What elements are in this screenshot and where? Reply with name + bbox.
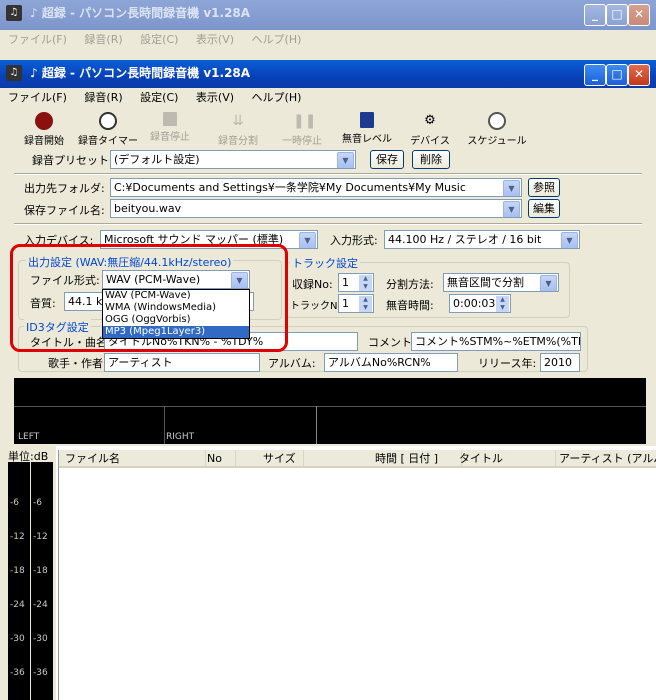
preset-save-button[interactable]: 保存 xyxy=(370,150,404,169)
window-menubar: ファイル(F) 録音(R) 設定(C) 表示(V) ヘルプ(H) xyxy=(0,88,656,108)
artist-input[interactable]: アーティスト xyxy=(104,353,260,372)
minimize-button[interactable]: _ xyxy=(584,64,606,86)
schedule-button[interactable]: スケジュール xyxy=(466,112,528,147)
stop-icon xyxy=(163,112,177,126)
year-input[interactable]: 2010 xyxy=(540,353,580,372)
maximize-button[interactable]: □ xyxy=(606,4,628,26)
record-stop-button[interactable]: 録音停止 xyxy=(144,112,196,143)
app-icon: ♫ xyxy=(6,5,22,21)
highlight-annotation xyxy=(10,244,288,352)
input-format-select[interactable]: 44.100 Hz / ステレオ / 16 bit ▼ xyxy=(384,230,580,249)
silence-level-button[interactable]: 無音レベル xyxy=(338,112,396,145)
silence-time-label: 無音時間: xyxy=(386,299,434,312)
down-icon[interactable]: ▼ xyxy=(496,304,509,312)
window-titlebar: ♫ ♪ 超録 - パソコン長時間録音機 v1.28A _ □ ✕ xyxy=(0,60,656,88)
close-button[interactable]: ✕ xyxy=(628,4,650,26)
file-list-header: ファイル名 No サイズ 時間 [ 日付 ] タイトル アーティスト (アルバム… xyxy=(59,450,656,468)
pause-button[interactable]: ❚❚ 一時停止 xyxy=(276,112,328,147)
window-title: ♪ 超録 - パソコン長時間録音機 v1.28A xyxy=(30,66,251,80)
back-window-menubar: ファイル(F) 録音(R) 設定(C) 表示(V) ヘルプ(H) xyxy=(0,30,656,50)
menu-help[interactable]: ヘルプ(H) xyxy=(252,91,302,104)
meter-divider xyxy=(316,406,317,444)
menu-settings[interactable]: 設定(C) xyxy=(140,91,178,104)
year-label: リリース年: xyxy=(478,357,537,370)
browse-button[interactable]: 参照 xyxy=(528,178,560,197)
comment-label: コメント: xyxy=(368,336,416,349)
down-icon[interactable]: ▼ xyxy=(359,283,372,291)
preset-select[interactable]: (デフォルト設定) ▼ xyxy=(110,150,356,169)
silence-time-spinner[interactable]: 0:00:03 ▲ ▼ xyxy=(449,294,511,313)
device-icon: ⚙ xyxy=(424,113,436,128)
record-split-button[interactable]: ⇊ 録音分割 xyxy=(212,112,264,147)
level-bar-right: -6 -12 -18 -24 -30 -36 xyxy=(31,462,53,700)
menu-file[interactable]: ファイル(F) xyxy=(8,33,67,46)
rec-no-label: 収録No: xyxy=(292,278,333,291)
file-list[interactable]: ファイル名 No サイズ 時間 [ 日付 ] タイトル アーティスト (アルバム… xyxy=(58,450,656,700)
down-icon[interactable]: ▼ xyxy=(359,304,372,312)
chevron-down-icon: ▼ xyxy=(503,201,520,217)
menu-view[interactable]: 表示(V) xyxy=(196,33,234,46)
menu-view[interactable]: 表示(V) xyxy=(196,91,234,104)
column-no[interactable]: No xyxy=(201,450,236,466)
chevron-down-icon: ▼ xyxy=(561,232,578,248)
album-input[interactable]: アルバムNo%RCN% xyxy=(324,353,458,372)
chevron-down-icon: ▼ xyxy=(299,232,316,248)
input-format-label: 入力形式: xyxy=(330,234,378,247)
menu-record[interactable]: 録音(R) xyxy=(84,33,122,46)
right-channel-label: RIGHT xyxy=(166,432,195,442)
level-meter: LEFT RIGHT xyxy=(14,378,646,444)
preset-delete-button[interactable]: 削除 xyxy=(412,150,450,169)
column-time[interactable]: 時間 [ 日付 ] xyxy=(369,450,462,466)
up-icon[interactable]: ▲ xyxy=(359,275,372,283)
chevron-down-icon: ▼ xyxy=(503,180,520,196)
menu-file[interactable]: ファイル(F) xyxy=(8,91,67,104)
chevron-down-icon: ▼ xyxy=(337,152,354,168)
column-title[interactable]: タイトル xyxy=(453,450,556,466)
left-channel-label: LEFT xyxy=(18,432,40,442)
separator xyxy=(14,173,642,175)
meter-divider xyxy=(14,406,646,407)
preset-label: 録音プリセット: xyxy=(32,154,113,167)
record-start-button[interactable]: 録音開始 xyxy=(18,112,70,147)
save-file-label: 保存ファイル名: xyxy=(24,204,105,217)
split-method-select[interactable]: 無音区間で分割 ▼ xyxy=(443,273,559,292)
album-label: アルバム: xyxy=(268,357,316,370)
output-folder-label: 出力先フォルダ: xyxy=(24,182,105,195)
up-icon[interactable]: ▲ xyxy=(359,296,372,304)
timer-icon xyxy=(99,112,117,130)
split-icon: ⇊ xyxy=(232,113,244,129)
record-icon xyxy=(35,112,53,130)
output-folder-select[interactable]: C:¥Documents and Settings¥一条学院¥My Docume… xyxy=(110,178,522,197)
column-size[interactable]: サイズ xyxy=(257,450,304,466)
artist-label: 歌手・作者: xyxy=(48,357,107,370)
track-no-spinner[interactable]: 1 ▲ ▼ xyxy=(338,294,374,313)
save-file-select[interactable]: beityou.wav ▼ xyxy=(110,199,522,218)
pause-icon: ❚❚ xyxy=(293,113,317,129)
back-window-titlebar: ♫ ♪ 超録 - パソコン長時間録音機 v1.28A _ □ ✕ xyxy=(0,0,656,30)
back-window-title: ♪ 超録 - パソコン長時間録音機 v1.28A xyxy=(30,6,251,20)
rec-no-spinner[interactable]: 1 ▲ ▼ xyxy=(338,273,374,292)
column-filename[interactable]: ファイル名 xyxy=(59,450,206,466)
comment-input[interactable]: コメント%STM%~%ETM%(%TLN%) xyxy=(411,332,581,351)
meter-divider xyxy=(164,406,165,444)
chevron-down-icon: ▼ xyxy=(540,275,557,291)
minimize-button[interactable]: _ xyxy=(584,4,606,26)
track-settings-title: トラック設定 xyxy=(290,255,360,271)
split-method-label: 分割方法: xyxy=(386,278,434,291)
menu-record[interactable]: 録音(R) xyxy=(84,91,122,104)
close-button[interactable]: ✕ xyxy=(628,64,650,86)
edit-button[interactable]: 編集 xyxy=(528,199,560,218)
record-timer-button[interactable]: 録音タイマー xyxy=(78,112,138,147)
schedule-icon xyxy=(488,112,506,130)
level-bar-left: -6 -12 -18 -24 -30 -36 xyxy=(8,462,30,700)
separator xyxy=(14,223,642,225)
level-icon xyxy=(360,112,374,128)
menu-settings[interactable]: 設定(C) xyxy=(140,33,178,46)
device-button[interactable]: ⚙ デバイス xyxy=(406,112,454,147)
up-icon[interactable]: ▲ xyxy=(496,296,509,304)
menu-help[interactable]: ヘルプ(H) xyxy=(252,33,302,46)
column-artist[interactable]: アーティスト (アルバム) xyxy=(553,450,656,466)
maximize-button[interactable]: □ xyxy=(606,64,628,86)
app-icon: ♫ xyxy=(6,65,22,81)
